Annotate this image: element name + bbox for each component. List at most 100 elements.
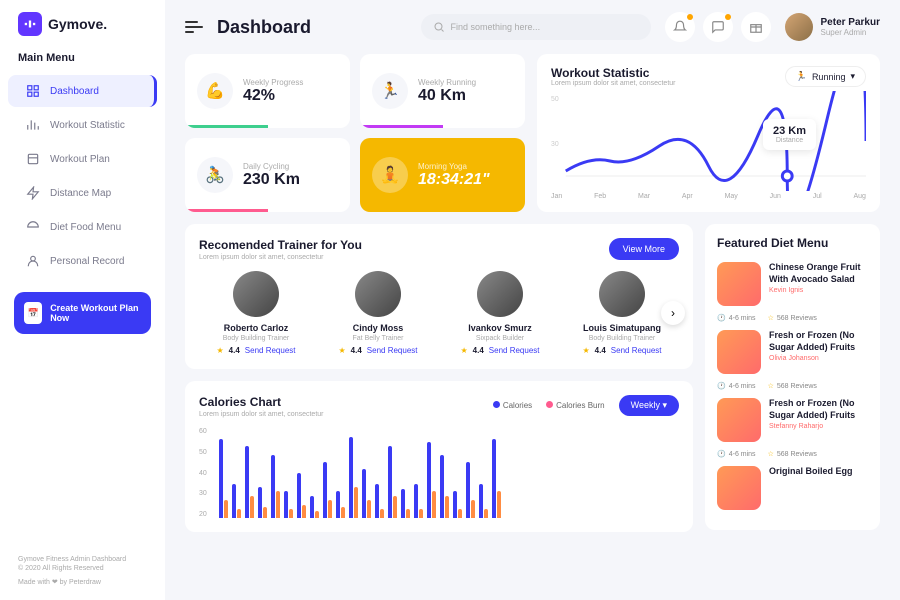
stat-weekly-running: 🏃Weekly Running40 Km bbox=[360, 54, 525, 128]
bar-group bbox=[440, 455, 449, 518]
diet-meta: 🕐4-6 mins☆568 Reviews bbox=[717, 314, 868, 322]
trainer-avatar bbox=[233, 271, 279, 317]
diet-item[interactable]: Chinese Orange Fruit With Avocado SaladK… bbox=[717, 262, 868, 306]
notification-icon[interactable] bbox=[665, 12, 695, 42]
bar-group bbox=[362, 469, 371, 519]
diet-item[interactable]: Fresh or Frozen (No Sugar Added) FruitsS… bbox=[717, 398, 868, 442]
menu-toggle-icon[interactable] bbox=[185, 21, 203, 33]
star-icon: ★ bbox=[339, 346, 346, 355]
diet-meta: 🕐4-6 mins☆568 Reviews bbox=[717, 450, 868, 458]
nav-dashboard[interactable]: Dashboard bbox=[8, 75, 157, 107]
trainer-avatar bbox=[477, 271, 523, 317]
bar-group bbox=[401, 489, 410, 518]
diet-item[interactable]: Original Boiled Egg bbox=[717, 466, 868, 510]
bar-group bbox=[219, 439, 228, 518]
bar-group bbox=[375, 484, 384, 518]
brand-name: Gymove. bbox=[48, 16, 107, 32]
gift-icon[interactable] bbox=[741, 12, 771, 42]
running-filter[interactable]: 🏃Running▾ bbox=[785, 66, 866, 87]
diet-meta: 🕐4-6 mins☆568 Reviews bbox=[717, 382, 868, 390]
bar-group bbox=[310, 496, 319, 519]
star-icon: ☆ bbox=[768, 314, 774, 322]
legend: CaloriesCalories Burn bbox=[493, 401, 605, 410]
create-plan-button[interactable]: 📅 Create Workout Plan Now bbox=[14, 292, 151, 334]
muscle-icon: 💪 bbox=[197, 73, 233, 109]
calories-card: Calories ChartLorem ipsum dolor sit amet… bbox=[185, 381, 693, 532]
bar-group bbox=[245, 446, 254, 518]
star-icon: ★ bbox=[461, 346, 468, 355]
bar-group bbox=[479, 484, 488, 518]
x-axis: JanFebMarAprMayJunJulAug bbox=[551, 193, 866, 200]
clock-icon: 🕐 bbox=[717, 314, 726, 322]
bar-group bbox=[336, 491, 345, 518]
star-icon: ☆ bbox=[768, 450, 774, 458]
nav-workout-statistic[interactable]: Workout Statistic bbox=[8, 109, 157, 141]
trainer-avatar bbox=[355, 271, 401, 317]
weekly-dropdown[interactable]: Weekly ▾ bbox=[619, 395, 679, 416]
search-input[interactable]: Find something here... bbox=[421, 14, 651, 40]
send-request-link[interactable]: Send Request bbox=[367, 346, 418, 355]
running-icon: 🏃 bbox=[372, 73, 408, 109]
user-role: Super Admin bbox=[821, 28, 880, 37]
bar-group bbox=[388, 446, 397, 518]
trainer-card[interactable]: Ivankov SmurzSixpack Builder★4.4Send Req… bbox=[443, 271, 557, 355]
send-request-link[interactable]: Send Request bbox=[611, 346, 662, 355]
bar-group bbox=[453, 491, 462, 518]
next-arrow-icon[interactable]: › bbox=[661, 301, 685, 325]
footer-text: Gymove Fitness Admin Dashboard © 2020 Al… bbox=[0, 555, 165, 588]
trainers-card: Recomended Trainer for YouLorem ipsum do… bbox=[185, 224, 693, 369]
star-icon: ☆ bbox=[768, 382, 774, 390]
calendar-icon: 📅 bbox=[24, 302, 42, 324]
stat-morning-yoga: 🧘Morning Yoga18:34:21" bbox=[360, 138, 525, 212]
star-icon: ★ bbox=[583, 346, 590, 355]
bar-group bbox=[232, 484, 241, 518]
bar-group bbox=[284, 491, 293, 518]
workout-statistic-card: Workout StatisticLorem ipsum dolor sit a… bbox=[537, 54, 880, 212]
star-icon: ★ bbox=[217, 346, 224, 355]
user-menu[interactable]: Peter Parkur Super Admin bbox=[785, 13, 880, 41]
yoga-icon: 🧘 bbox=[372, 157, 408, 193]
menu-label: Main Menu bbox=[0, 52, 165, 64]
nav-personal-record[interactable]: Personal Record bbox=[8, 245, 157, 277]
page-title: Dashboard bbox=[217, 17, 311, 38]
diet-item[interactable]: Fresh or Frozen (No Sugar Added) FruitsO… bbox=[717, 330, 868, 374]
trainer-card[interactable]: Cindy MossFat Belly Trainer★4.4Send Requ… bbox=[321, 271, 435, 355]
svg-text:50: 50 bbox=[551, 96, 559, 103]
cycling-icon: 🚴 bbox=[197, 157, 233, 193]
bar-group bbox=[258, 487, 267, 519]
nav-workout-plan[interactable]: Workout Plan bbox=[8, 143, 157, 175]
workout-stat-title: Workout Statistic bbox=[551, 66, 676, 80]
diet-image bbox=[717, 262, 761, 306]
chart-tooltip: 23 KmDistance bbox=[763, 119, 816, 150]
clock-icon: 🕐 bbox=[717, 382, 726, 390]
logo-icon bbox=[18, 12, 42, 36]
stat-daily-cycling: 🚴Daily Cycling230 Km bbox=[185, 138, 350, 212]
y-axis: 6050403020 bbox=[199, 428, 207, 518]
diet-image bbox=[717, 398, 761, 442]
bar-group bbox=[427, 442, 436, 519]
bar-group bbox=[271, 455, 280, 518]
user-name: Peter Parkur bbox=[821, 17, 880, 28]
stat-weekly-progress: 💪Weekly Progress42% bbox=[185, 54, 350, 128]
nav-diet-food[interactable]: Diet Food Menu bbox=[8, 211, 157, 243]
diet-image bbox=[717, 466, 761, 510]
trainer-card[interactable]: Roberto CarlozBody Building Trainer★4.4S… bbox=[199, 271, 313, 355]
clock-icon: 🕐 bbox=[717, 450, 726, 458]
chevron-down-icon: ▾ bbox=[850, 71, 855, 82]
trainer-avatar bbox=[599, 271, 645, 317]
bar-group bbox=[466, 462, 475, 518]
avatar bbox=[785, 13, 813, 41]
bar-group bbox=[492, 439, 501, 518]
view-more-button[interactable]: View More bbox=[609, 238, 679, 260]
diet-menu-card: Featured Diet Menu Chinese Orange Fruit … bbox=[705, 224, 880, 530]
logo[interactable]: Gymove. bbox=[0, 12, 165, 36]
svg-text:30: 30 bbox=[551, 141, 559, 148]
search-icon bbox=[433, 21, 445, 33]
bar-group bbox=[349, 437, 358, 518]
bar-group bbox=[297, 473, 306, 518]
send-request-link[interactable]: Send Request bbox=[245, 346, 296, 355]
chat-icon[interactable] bbox=[703, 12, 733, 42]
bar-group bbox=[414, 484, 423, 518]
nav-distance-map[interactable]: Distance Map bbox=[8, 177, 157, 209]
send-request-link[interactable]: Send Request bbox=[489, 346, 540, 355]
